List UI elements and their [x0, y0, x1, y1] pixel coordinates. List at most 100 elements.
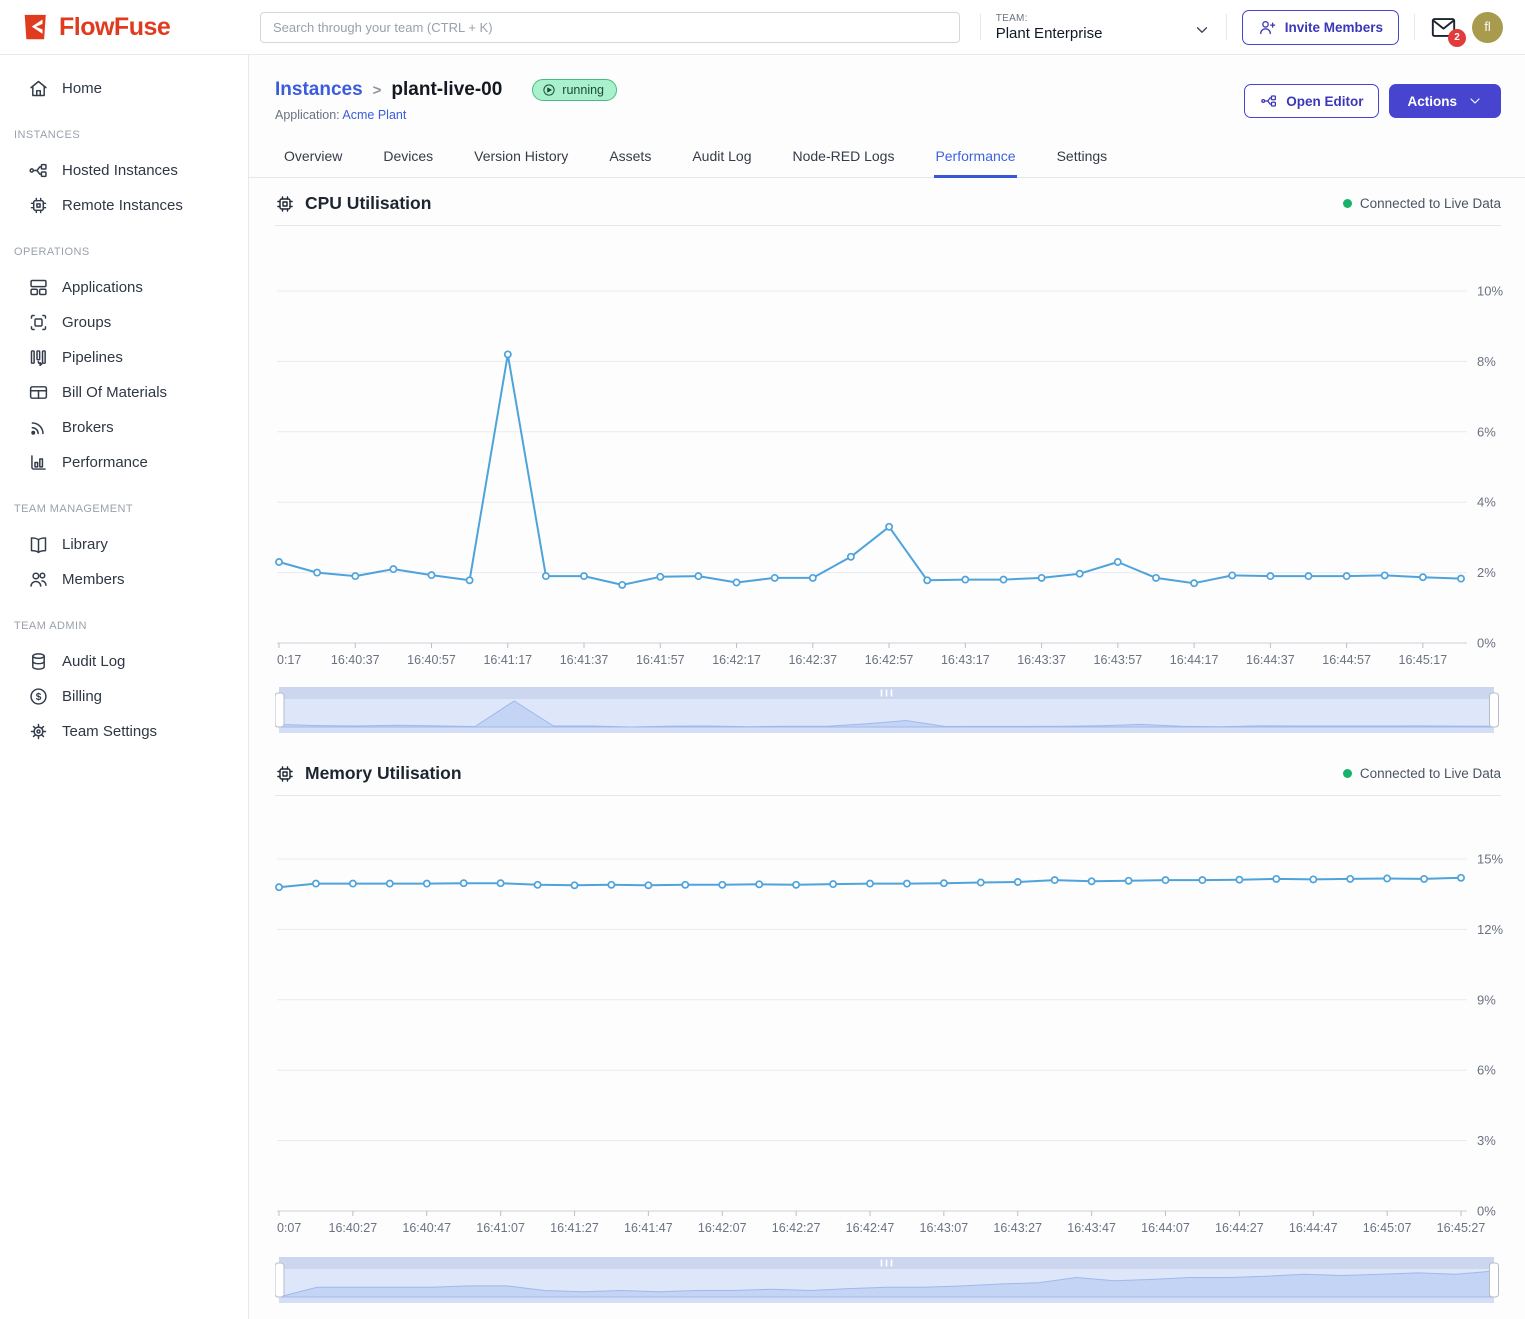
svg-text:16:41:07: 16:41:07: [476, 1221, 525, 1235]
chevron-down-icon: [1467, 93, 1483, 109]
svg-text:16:43:27: 16:43:27: [993, 1221, 1042, 1235]
svg-text:16:40:37: 16:40:37: [331, 653, 380, 667]
brand-name: FlowFuse: [59, 13, 170, 42]
tab-node-red-logs[interactable]: Node-RED Logs: [792, 139, 896, 178]
live-status: Connected to Live Data: [1343, 196, 1501, 211]
svg-text:16:42:27: 16:42:27: [772, 1221, 821, 1235]
application-label: Application:: [275, 108, 340, 122]
memory-utilisation-chart[interactable]: 0%3%6%9%12%15%0:0716:40:2716:40:4716:41:…: [275, 798, 1501, 1251]
brush-handle-left[interactable]: [275, 693, 284, 727]
svg-text:6%: 6%: [1477, 1063, 1496, 1078]
sidebar-item-audit-log[interactable]: Audit Log: [0, 644, 248, 679]
cpu-utilisation-section: CPU Utilisation Connected to Live Data 0…: [275, 178, 1501, 738]
sidebar-item-performance[interactable]: Performance: [0, 445, 248, 480]
svg-text:16:42:17: 16:42:17: [712, 653, 761, 667]
library-icon: [28, 534, 49, 555]
svg-text:16:42:07: 16:42:07: [698, 1221, 747, 1235]
tab-assets[interactable]: Assets: [608, 139, 652, 178]
sidebar-item-home[interactable]: Home: [0, 71, 248, 106]
sidebar-item-applications[interactable]: Applications: [0, 270, 248, 305]
divider: [1414, 14, 1415, 40]
brush-handle-left[interactable]: [275, 1263, 284, 1297]
tab-performance[interactable]: Performance: [934, 139, 1016, 178]
application-link[interactable]: Acme Plant: [342, 108, 406, 122]
main-content: Instances > plant-live-00 running Applic…: [249, 55, 1525, 1319]
team-selector[interactable]: TEAM: Plant Enterprise: [996, 13, 1211, 42]
svg-text:6%: 6%: [1477, 424, 1496, 439]
svg-text:16:41:47: 16:41:47: [624, 1221, 673, 1235]
tab-bar: Overview Devices Version History Assets Audi…: [249, 139, 1525, 178]
svg-text:8%: 8%: [1477, 354, 1496, 369]
chevron-down-icon: [1193, 21, 1211, 39]
sidebar-item-library[interactable]: Library: [0, 527, 248, 562]
tab-settings[interactable]: Settings: [1056, 139, 1109, 178]
svg-text:16:43:47: 16:43:47: [1067, 1221, 1116, 1235]
divider: [275, 795, 1501, 796]
sidebar-section-label: TEAM ADMIN: [0, 620, 248, 632]
search-input[interactable]: [260, 12, 960, 43]
open-editor-button[interactable]: Open Editor: [1244, 84, 1379, 118]
svg-text:16:44:27: 16:44:27: [1215, 1221, 1264, 1235]
breadcrumb-instances-link[interactable]: Instances: [275, 79, 363, 101]
sidebar-item-remote-instances[interactable]: Remote Instances: [0, 188, 248, 223]
cpu-chip-icon: [275, 194, 295, 214]
team-label: TEAM:: [996, 13, 1103, 24]
memory-chart-range-slider[interactable]: [275, 1257, 1501, 1308]
actions-button[interactable]: Actions: [1389, 84, 1501, 118]
remote-instances-icon: [28, 195, 49, 216]
pipelines-icon: [28, 347, 49, 368]
audit-log-icon: [28, 651, 49, 672]
topbar: FlowFuse TEAM: Plant Enterprise Invite M…: [0, 0, 1525, 55]
svg-text:16:43:37: 16:43:37: [1017, 653, 1066, 667]
svg-text:16:42:57: 16:42:57: [865, 653, 914, 667]
sidebar-item-members[interactable]: Members: [0, 562, 248, 597]
svg-text:16:41:17: 16:41:17: [483, 653, 532, 667]
svg-text:16:43:17: 16:43:17: [941, 653, 990, 667]
invite-members-button[interactable]: Invite Members: [1242, 10, 1399, 45]
svg-text:4%: 4%: [1477, 495, 1496, 510]
svg-text:16:44:47: 16:44:47: [1289, 1221, 1338, 1235]
flowfuse-logo-icon: [20, 12, 50, 42]
sidebar-item-brokers[interactable]: Brokers: [0, 410, 248, 445]
sidebar-item-billing[interactable]: $Billing: [0, 679, 248, 714]
svg-text:0%: 0%: [1477, 636, 1496, 651]
tab-devices[interactable]: Devices: [382, 139, 434, 178]
team-name: Plant Enterprise: [996, 25, 1103, 42]
avatar[interactable]: fl: [1472, 12, 1503, 43]
team-settings-icon: [28, 721, 49, 742]
memory-utilisation-section: Memory Utilisation Connected to Live Dat…: [275, 748, 1501, 1308]
sidebar-item-team-settings[interactable]: Team Settings: [0, 714, 248, 749]
node-editor-icon: [1260, 92, 1278, 110]
svg-text:3%: 3%: [1477, 1133, 1496, 1148]
svg-text:16:43:07: 16:43:07: [920, 1221, 969, 1235]
svg-text:12%: 12%: [1477, 922, 1503, 937]
live-status: Connected to Live Data: [1343, 766, 1501, 781]
brush-handle-right[interactable]: [1490, 693, 1499, 727]
svg-text:10%: 10%: [1477, 284, 1503, 299]
tab-version-history[interactable]: Version History: [473, 139, 569, 178]
svg-text:16:44:37: 16:44:37: [1246, 653, 1295, 667]
brush-handle-right[interactable]: [1490, 1263, 1499, 1297]
cpu-utilisation-chart[interactable]: 0%2%4%6%8%10%0:1716:40:3716:40:5716:41:1…: [275, 228, 1501, 681]
cpu-chart-range-slider[interactable]: [275, 687, 1501, 738]
svg-text:16:44:17: 16:44:17: [1170, 653, 1219, 667]
svg-text:16:40:27: 16:40:27: [329, 1221, 378, 1235]
svg-text:0:07: 0:07: [277, 1221, 301, 1235]
svg-text:16:43:57: 16:43:57: [1094, 653, 1143, 667]
sidebar-item-pipelines[interactable]: Pipelines: [0, 340, 248, 375]
sidebar-section-label: INSTANCES: [0, 129, 248, 141]
svg-text:16:40:47: 16:40:47: [402, 1221, 451, 1235]
performance-icon: [28, 452, 49, 473]
groups-icon: [28, 312, 49, 333]
flowfuse-logo[interactable]: FlowFuse: [20, 12, 260, 42]
notifications-button[interactable]: 2: [1430, 14, 1457, 41]
sidebar-item-bill-of-materials[interactable]: Bill Of Materials: [0, 375, 248, 410]
tab-audit-log[interactable]: Audit Log: [691, 139, 752, 178]
svg-text:16:44:07: 16:44:07: [1141, 1221, 1190, 1235]
sidebar-item-hosted-instances[interactable]: Hosted Instances: [0, 153, 248, 188]
svg-text:16:41:27: 16:41:27: [550, 1221, 599, 1235]
memory-chip-icon: [275, 764, 295, 784]
svg-text:$: $: [36, 692, 42, 703]
tab-overview[interactable]: Overview: [283, 139, 343, 178]
sidebar-item-groups[interactable]: Groups: [0, 305, 248, 340]
